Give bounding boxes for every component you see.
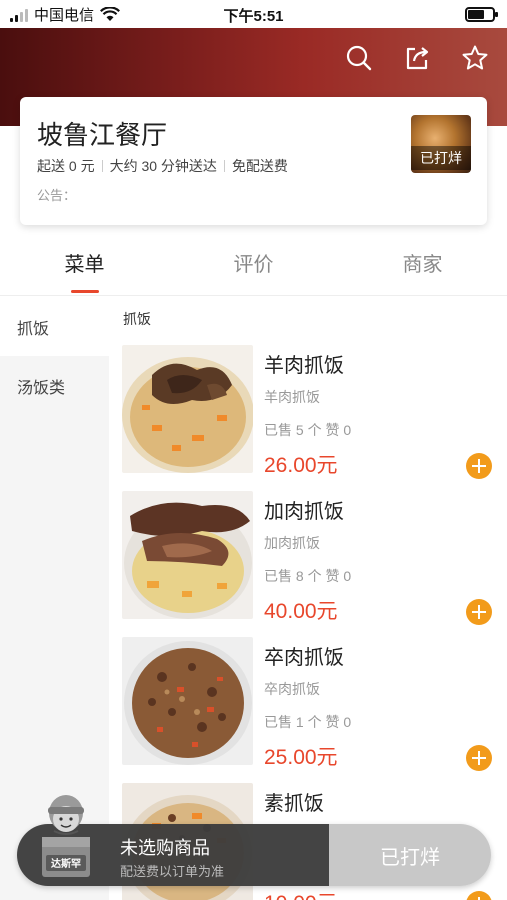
add-to-cart-button[interactable]	[466, 453, 492, 479]
tab-bar: 菜单 评价 商家	[0, 240, 507, 296]
list-item[interactable]: 羊肉抓饭 羊肉抓饭 已售 5 个 赞 0 26.00元	[122, 345, 502, 485]
delivery-fee: 免配送费	[231, 158, 288, 174]
menu-list[interactable]: 抓饭 羊肉抓饭 羊肉抓饭 已售 5 个 赞 0 26.00元 加肉抓饭 加肉抓饭…	[109, 297, 507, 900]
dish-description: 加肉抓饭	[264, 535, 320, 551]
dish-description: 卒肉抓饭	[264, 681, 320, 697]
tab-menu[interactable]: 菜单	[0, 240, 169, 295]
category-title: 抓饭	[123, 311, 151, 327]
add-to-cart-button[interactable]	[466, 599, 492, 625]
tab-label: 菜单	[64, 254, 105, 276]
shop-delivery-info: 起送 0 元 大约 30 分钟送达 免配送费	[37, 156, 288, 176]
shop-info-card: 坡鲁江餐厅 起送 0 元 大约 30 分钟送达 免配送费 公告： 已打烊	[20, 97, 487, 225]
search-icon[interactable]	[343, 42, 375, 74]
add-to-cart-button[interactable]	[466, 891, 492, 900]
dish-price: 10.00元	[264, 887, 338, 900]
cart-status: 未选购商品	[120, 838, 210, 858]
closed-badge: 已打烊	[411, 146, 471, 170]
dish-photo[interactable]	[122, 491, 253, 619]
battery-icon	[465, 7, 498, 22]
divider	[101, 160, 103, 172]
tab-reviews[interactable]: 评价	[169, 240, 338, 295]
dish-name: 卒肉抓饭	[264, 647, 344, 669]
tab-merchant[interactable]: 商家	[338, 240, 507, 295]
dish-photo[interactable]	[122, 345, 253, 473]
tab-label: 评价	[233, 254, 274, 276]
dish-sales-stats: 已售 8 个 赞 0	[264, 568, 352, 584]
plus-icon	[472, 751, 486, 765]
dish-name: 素抓饭	[264, 793, 324, 815]
star-icon[interactable]	[459, 42, 491, 74]
list-item[interactable]: 卒肉抓饭 卒肉抓饭 已售 1 个 赞 0 25.00元	[122, 637, 502, 777]
active-tab-indicator	[70, 290, 99, 293]
status-bar: 中国电信 下午5:51	[0, 0, 507, 28]
restaurant-page: 中国电信 下午5:51 坡鲁江餐厅 起送 0 元 大约 30 分钟送达 免配送费…	[0, 0, 507, 900]
add-to-cart-button[interactable]	[466, 745, 492, 771]
dish-price: 25.00元	[264, 746, 338, 769]
mascot-box-text: 达斯罕	[51, 857, 81, 870]
shop-notice: 公告：	[37, 188, 77, 203]
checkout-button[interactable]: 已打烊	[329, 824, 491, 886]
dish-description: 羊肉抓饭	[264, 389, 320, 405]
divider	[223, 160, 225, 172]
list-item[interactable]: 加肉抓饭 加肉抓饭 已售 8 个 赞 0 40.00元	[122, 491, 502, 631]
dish-sales-stats: 已售 1 个 赞 0	[264, 714, 352, 730]
dish-price: 40.00元	[264, 600, 338, 623]
dish-sales-stats: 已售 5 个 赞 0	[264, 422, 352, 438]
sidebar-item-zhuafan[interactable]: 抓饭	[0, 297, 109, 356]
shop-logo-image[interactable]: 已打烊	[411, 115, 471, 173]
plus-icon	[472, 605, 486, 619]
cart-mascot-icon[interactable]: 达斯罕	[28, 793, 104, 885]
dish-name: 羊肉抓饭	[264, 355, 344, 377]
dish-name: 加肉抓饭	[264, 501, 344, 523]
dish-price: 26.00元	[264, 454, 338, 477]
shop-name: 坡鲁江餐厅	[37, 120, 168, 150]
delivery-time: 大约 30 分钟送达	[109, 158, 217, 174]
cart-delivery-note: 配送费以订单为准	[120, 864, 225, 879]
plus-icon	[472, 459, 486, 473]
dish-photo[interactable]	[122, 637, 253, 765]
min-order: 起送 0 元	[37, 158, 95, 174]
clock: 下午5:51	[223, 8, 284, 25]
sidebar-item-tangfan[interactable]: 汤饭类	[0, 356, 109, 415]
share-icon[interactable]	[401, 42, 433, 74]
tab-label: 商家	[402, 254, 443, 276]
